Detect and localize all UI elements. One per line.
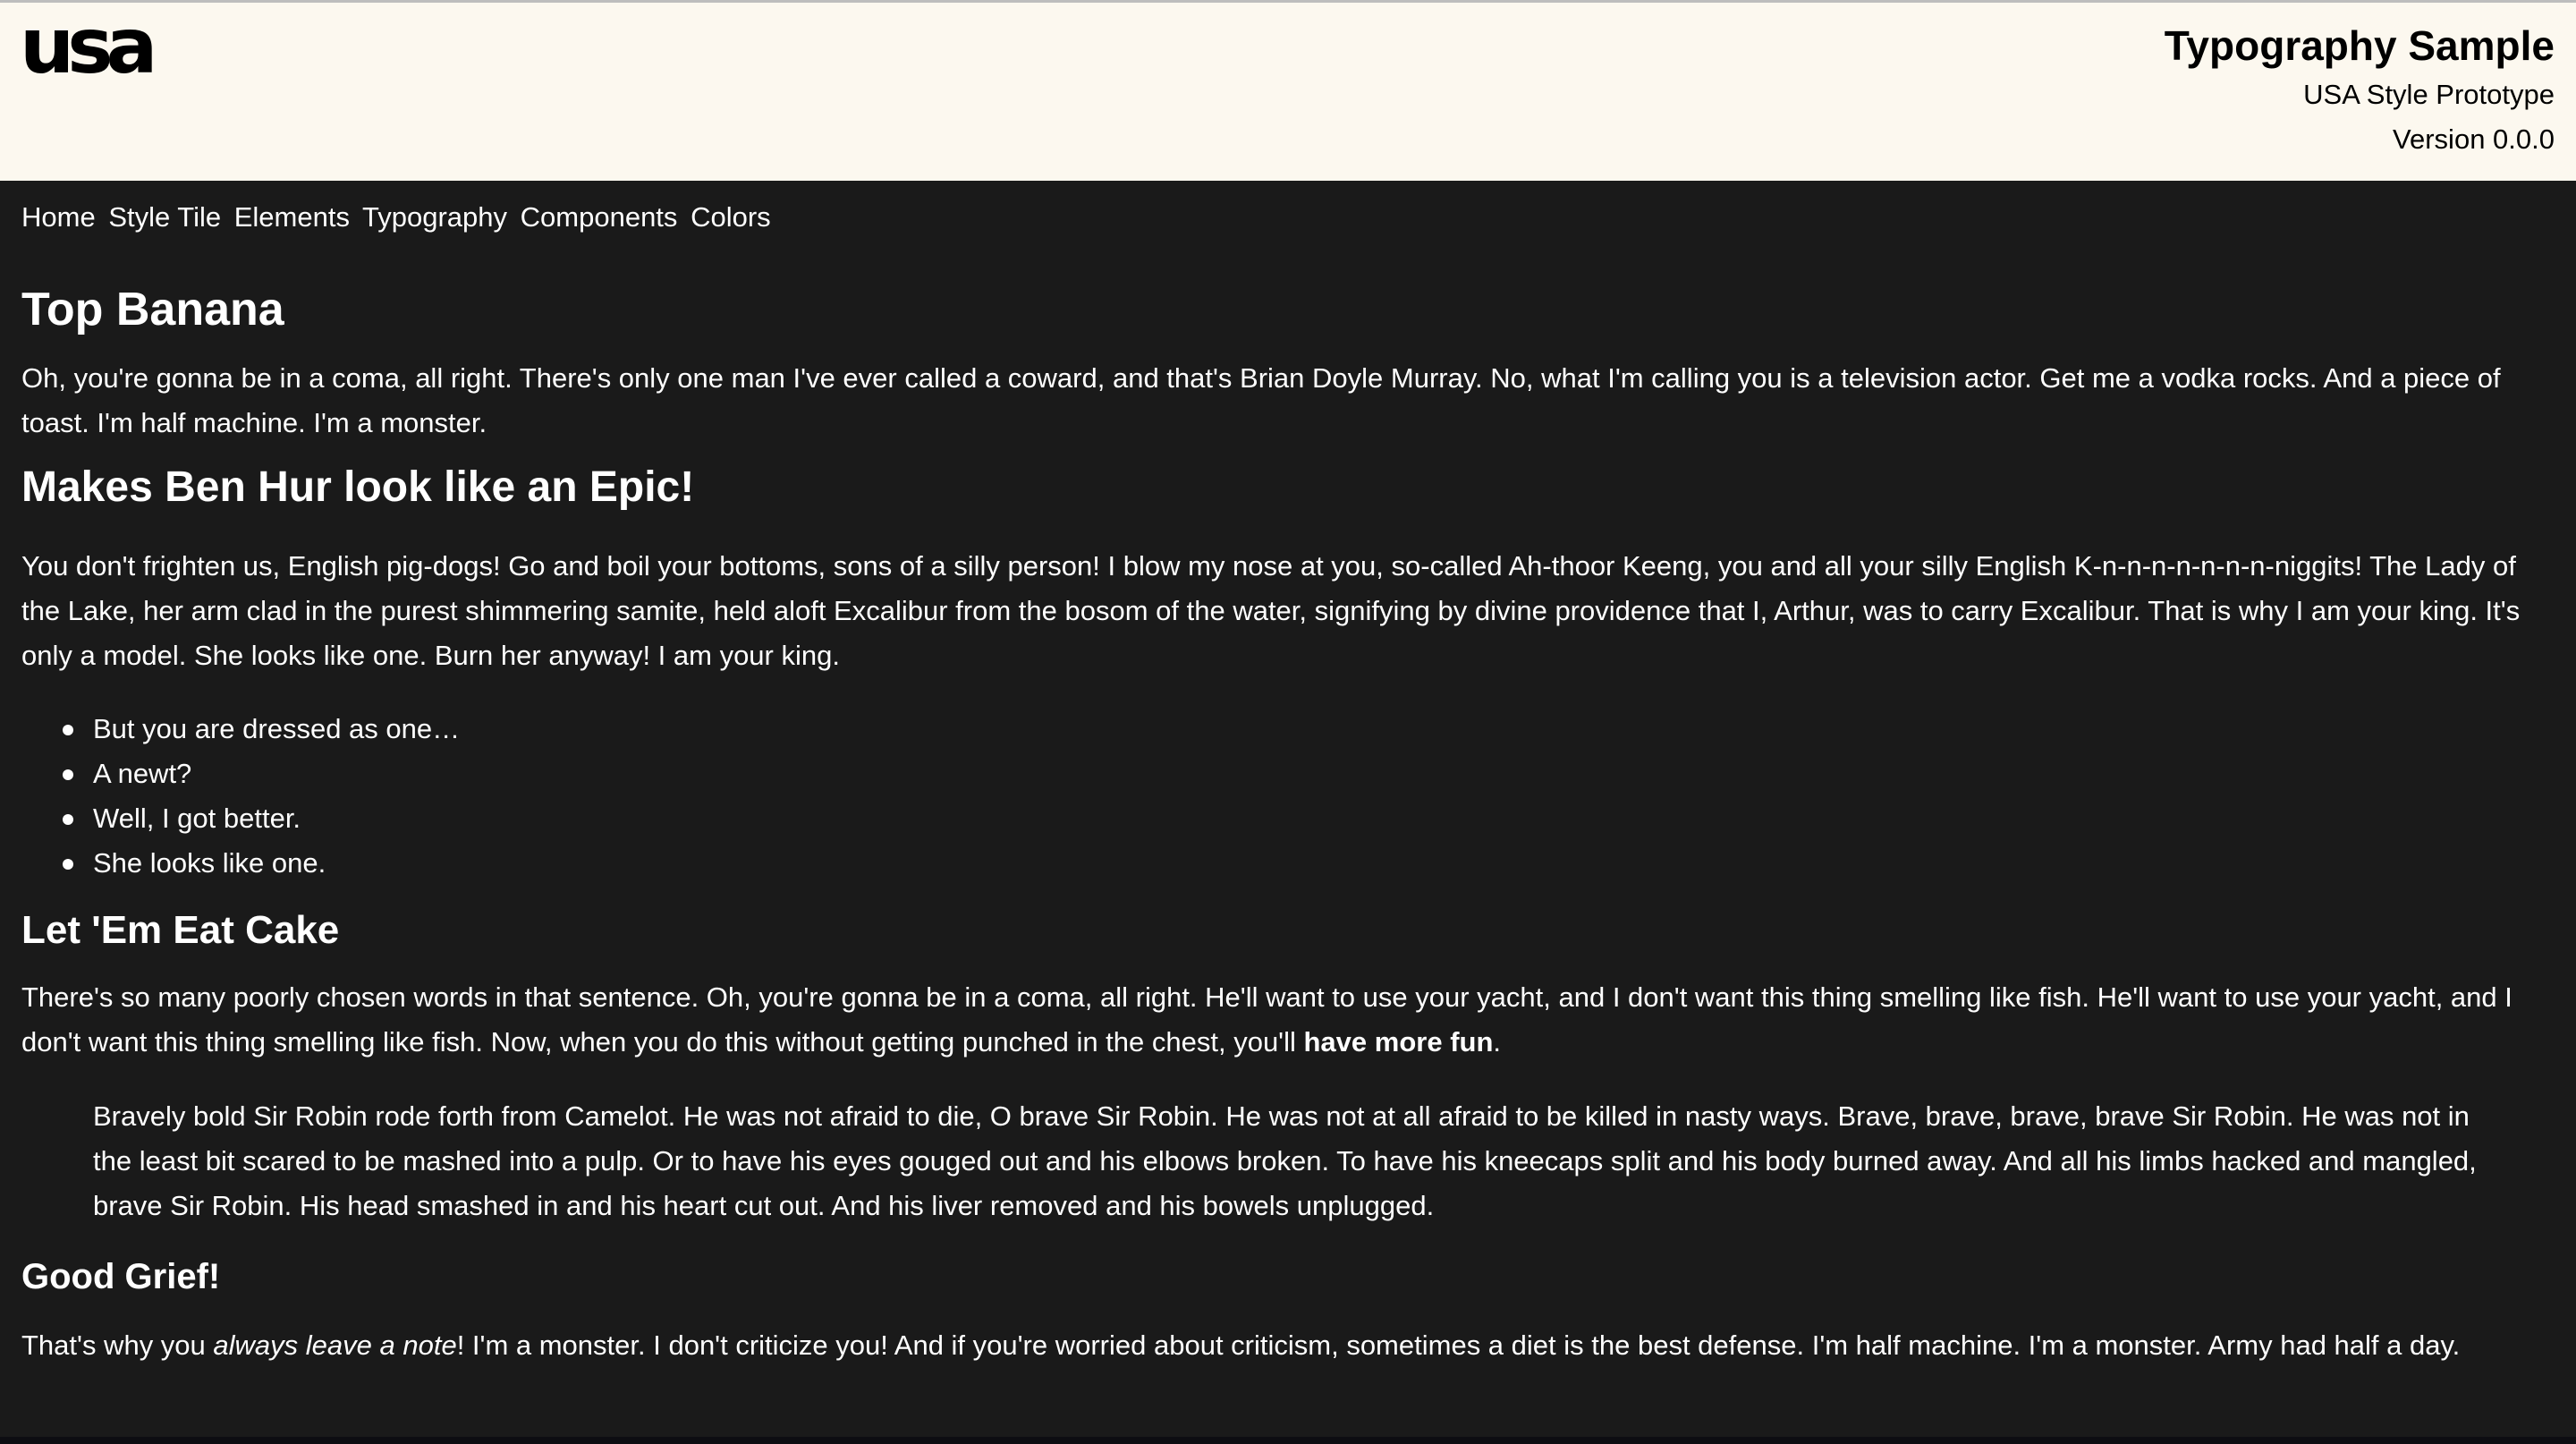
paragraph-grief: That's why you always leave a note! I'm … <box>21 1323 2558 1368</box>
nav-style-tile[interactable]: Style Tile <box>108 201 221 233</box>
bullet-list: But you are dressed as one… A newt? Well… <box>21 707 2558 886</box>
paragraph-ben-hur: You don't frighten us, English pig-dogs!… <box>21 550 2521 671</box>
site-subtitle: USA Style Prototype <box>2303 79 2555 110</box>
version-label: Version 0.0.0 <box>2393 123 2555 155</box>
quote-text: Bravely bold Sir Robin rode forth from C… <box>93 1100 2477 1221</box>
heading-ben-hur: Makes Ben Hur look like an Epic! <box>21 463 695 511</box>
section-top-banana: Top Banana Oh, you're gonna be in a coma… <box>21 277 2558 446</box>
paragraph-cake: There's so many poorly chosen words in t… <box>21 975 2558 1065</box>
main-nav: Home Style Tile Elements Typography Comp… <box>21 200 776 235</box>
nav-colors[interactable]: Colors <box>691 201 771 233</box>
list-item: But you are dressed as one… <box>63 707 2558 752</box>
header-text-block: Typography Sample USA Style Prototype Ve… <box>2165 19 2555 162</box>
usa-logo[interactable]: usa <box>20 17 156 80</box>
heading-cake: Let 'Em Eat Cake <box>21 908 340 952</box>
italic-text: always leave a note <box>213 1329 457 1361</box>
nav-elements[interactable]: Elements <box>234 201 350 233</box>
paragraph-grief-end: ! I'm a monster. I don't criticize you! … <box>456 1329 2461 1361</box>
paragraph-top-banana: Oh, you're gonna be in a coma, all right… <box>21 362 2501 438</box>
section-ben-hur: Makes Ben Hur look like an Epic! You don… <box>21 456 2558 886</box>
usa-logo-text: usa <box>20 17 152 80</box>
bold-text: have more fun <box>1303 1026 1494 1058</box>
nav-home[interactable]: Home <box>21 201 96 233</box>
main-content: Top Banana Oh, you're gonna be in a coma… <box>21 277 2558 1368</box>
blockquote: Bravely bold Sir Robin rode forth from C… <box>21 1094 2558 1228</box>
section-cake: Let 'Em Eat Cake There's so many poorly … <box>21 902 2558 1228</box>
paragraph-cake-text: There's so many poorly chosen words in t… <box>21 981 2512 1058</box>
page-title: Typography Sample <box>2164 22 2555 69</box>
bottom-border <box>0 1437 2576 1444</box>
list-item: She looks like one. <box>63 841 2558 886</box>
heading-top-banana: Top Banana <box>21 284 284 336</box>
site-header: usa Typography Sample USA Style Prototyp… <box>0 3 2576 181</box>
paragraph-cake-end: . <box>1493 1026 1502 1058</box>
list-item: Well, I got better. <box>63 796 2558 841</box>
nav-components[interactable]: Components <box>521 201 678 233</box>
paragraph-grief-text: That's why you <box>21 1329 214 1361</box>
nav-typography[interactable]: Typography <box>362 201 507 233</box>
section-grief: Good Grief! That's why you always leave … <box>21 1250 2558 1368</box>
heading-grief: Good Grief! <box>21 1257 221 1296</box>
list-item: A newt? <box>63 752 2558 796</box>
